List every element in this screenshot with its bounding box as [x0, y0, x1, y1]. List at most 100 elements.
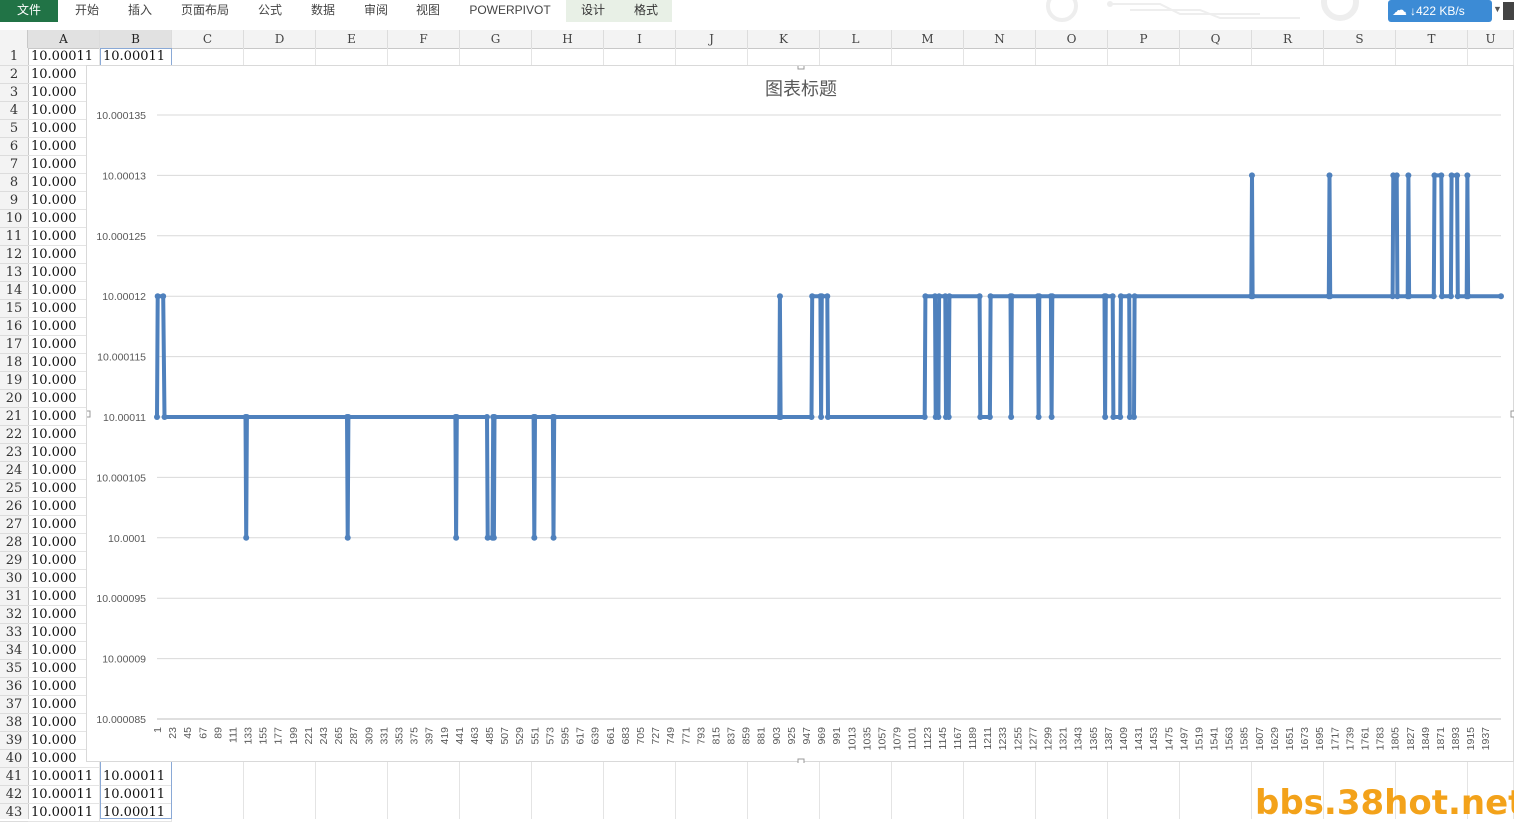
row-header-1[interactable]: 1: [0, 48, 28, 66]
data-point[interactable]: [550, 534, 557, 541]
data-point[interactable]: [1102, 293, 1109, 300]
data-point[interactable]: [977, 414, 984, 420]
data-point[interactable]: [1430, 293, 1437, 300]
cell-a43[interactable]: 10.00011: [28, 804, 100, 822]
column-header-p[interactable]: P: [1108, 30, 1180, 48]
data-point[interactable]: [1406, 293, 1413, 300]
column-header-n[interactable]: N: [964, 30, 1036, 48]
row-header-18[interactable]: 18: [0, 354, 28, 372]
data-point[interactable]: [1109, 293, 1116, 300]
row-header-20[interactable]: 20: [0, 390, 28, 408]
data-point[interactable]: [453, 534, 460, 541]
column-header-d[interactable]: D: [244, 30, 316, 48]
data-point[interactable]: [345, 414, 352, 420]
row-header-26[interactable]: 26: [0, 498, 28, 516]
row-header-41[interactable]: 41: [0, 768, 28, 786]
data-point[interactable]: [551, 414, 558, 420]
data-point[interactable]: [154, 293, 161, 300]
data-point[interactable]: [1327, 293, 1334, 300]
data-point[interactable]: [776, 293, 783, 300]
data-point[interactable]: [161, 414, 168, 420]
row-header-16[interactable]: 16: [0, 318, 28, 336]
row-header-7[interactable]: 7: [0, 156, 28, 174]
data-point[interactable]: [1008, 414, 1015, 420]
row-header-35[interactable]: 35: [0, 660, 28, 678]
column-header-q[interactable]: Q: [1180, 30, 1252, 48]
data-point[interactable]: [1326, 172, 1333, 179]
tab-data[interactable]: 数据: [300, 0, 346, 22]
row-header-8[interactable]: 8: [0, 174, 28, 192]
row-header-21[interactable]: 21: [0, 408, 28, 426]
row-header-2[interactable]: 2: [0, 66, 28, 84]
data-point[interactable]: [1008, 293, 1015, 300]
row-header-31[interactable]: 31: [0, 588, 28, 606]
cell-b41[interactable]: 10.00011: [100, 768, 172, 786]
tab-formulas[interactable]: 公式: [248, 0, 292, 22]
data-point[interactable]: [1405, 172, 1412, 179]
row-header-39[interactable]: 39: [0, 732, 28, 750]
row-header-32[interactable]: 32: [0, 606, 28, 624]
column-header-t[interactable]: T: [1396, 30, 1468, 48]
data-point[interactable]: [987, 293, 994, 300]
row-header-28[interactable]: 28: [0, 534, 28, 552]
row-header-36[interactable]: 36: [0, 678, 28, 696]
row-header-30[interactable]: 30: [0, 570, 28, 588]
column-header-k[interactable]: K: [748, 30, 820, 48]
row-header-25[interactable]: 25: [0, 480, 28, 498]
row-header-5[interactable]: 5: [0, 120, 28, 138]
column-header-r[interactable]: R: [1252, 30, 1324, 48]
data-point[interactable]: [818, 414, 825, 420]
data-point[interactable]: [818, 293, 825, 300]
column-header-m[interactable]: M: [892, 30, 964, 48]
cell-a41[interactable]: 10.00011: [28, 768, 100, 786]
data-point[interactable]: [824, 414, 831, 420]
data-point[interactable]: [986, 414, 993, 420]
data-point[interactable]: [935, 414, 942, 420]
cell-b43[interactable]: 10.00011: [100, 804, 172, 822]
cell-b42[interactable]: 10.00011: [100, 786, 172, 804]
data-point[interactable]: [1454, 172, 1461, 179]
row-header-40[interactable]: 40: [0, 750, 28, 768]
cell-a42[interactable]: 10.00011: [28, 786, 100, 804]
column-header-u[interactable]: U: [1468, 30, 1514, 48]
data-point[interactable]: [344, 534, 351, 541]
data-point[interactable]: [777, 414, 784, 420]
column-header-c[interactable]: C: [172, 30, 244, 48]
column-header-f[interactable]: F: [388, 30, 460, 48]
download-speed-widget[interactable]: ☁ ↓422 KB/s: [1388, 0, 1492, 22]
data-point[interactable]: [1110, 414, 1117, 420]
data-point[interactable]: [1464, 172, 1471, 179]
data-point[interactable]: [1117, 293, 1124, 300]
data-point[interactable]: [945, 414, 952, 420]
row-header-12[interactable]: 12: [0, 246, 28, 264]
row-header-13[interactable]: 13: [0, 264, 28, 282]
column-header-l[interactable]: L: [820, 30, 892, 48]
column-header-s[interactable]: S: [1324, 30, 1396, 48]
row-header-11[interactable]: 11: [0, 228, 28, 246]
tab-view[interactable]: 视图: [404, 0, 452, 22]
data-point[interactable]: [1448, 172, 1455, 179]
select-all-corner[interactable]: [0, 30, 28, 48]
column-header-i[interactable]: I: [604, 30, 676, 48]
row-header-6[interactable]: 6: [0, 138, 28, 156]
data-point[interactable]: [936, 293, 943, 300]
data-point[interactable]: [922, 293, 929, 300]
data-point[interactable]: [1438, 293, 1445, 300]
column-header-j[interactable]: J: [676, 30, 748, 48]
cell-a1[interactable]: 10.00011: [28, 48, 100, 66]
row-header-43[interactable]: 43: [0, 804, 28, 822]
row-header-4[interactable]: 4: [0, 102, 28, 120]
row-header-34[interactable]: 34: [0, 642, 28, 660]
data-point[interactable]: [946, 293, 953, 300]
tab-insert[interactable]: 插入: [116, 0, 164, 22]
cell-b1[interactable]: 10.00011: [100, 48, 172, 66]
data-point[interactable]: [491, 414, 498, 420]
data-point[interactable]: [976, 293, 983, 300]
row-header-9[interactable]: 9: [0, 192, 28, 210]
column-header-a[interactable]: A: [28, 30, 100, 48]
chart-area[interactable]: 图表标题 10.000135 10.00013 10.000125 10.00012 1…: [86, 65, 1514, 763]
data-point[interactable]: [1431, 172, 1438, 179]
row-header-37[interactable]: 37: [0, 696, 28, 714]
data-point[interactable]: [1447, 293, 1454, 300]
row-header-17[interactable]: 17: [0, 336, 28, 354]
